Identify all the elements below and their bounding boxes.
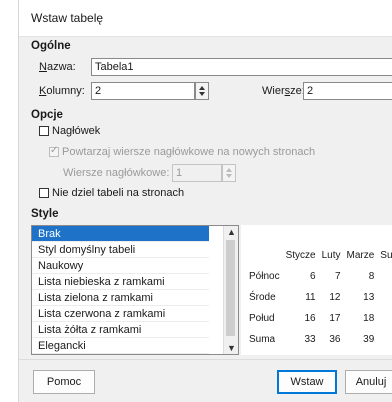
heading-rows-input[interactable]: 1 — [172, 164, 222, 182]
preview-cell: Suma — [249, 334, 276, 345]
repeat-heading-checkbox-row[interactable]: Powtarzaj wiersze nagłówkowe na nowych s… — [49, 145, 316, 158]
table-preview: Stycze Luty Marze Suma Północ 6 7 8 2 Śr… — [241, 225, 392, 355]
style-list[interactable]: Brak Styl domyślny tabeli Naukowy Lista … — [31, 225, 239, 355]
preview-cell: 12 — [329, 292, 341, 303]
insert-button[interactable]: Wstaw — [277, 370, 337, 394]
dont-split-checkbox-row[interactable]: Nie dziel tabeli na stronach — [39, 187, 184, 199]
preview-cell: 10 — [377, 329, 392, 350]
styles-heading: Style — [31, 208, 59, 220]
preview-cell: 33 — [304, 334, 316, 345]
preview-cell: Środe — [249, 292, 276, 303]
preview-cell: 13 — [363, 292, 375, 303]
list-item[interactable]: Naukowy — [32, 258, 209, 274]
style-list-scrollbar[interactable]: ▲ ▼ — [223, 226, 238, 354]
help-button[interactable]: Pomoc — [33, 370, 95, 394]
preview-cell: 16 — [304, 313, 316, 324]
preview-cell: 36 — [329, 334, 341, 345]
preview-cell: 11 — [305, 292, 316, 303]
button-bar: Pomoc Wstaw Anuluj — [19, 360, 392, 402]
heading-checkbox[interactable] — [39, 126, 49, 136]
cancel-button[interactable]: Anuluj — [345, 370, 392, 394]
options-heading: Opcje — [31, 109, 63, 121]
title-bar: Wstaw tabelę — [19, 0, 392, 37]
preview-cell: 3 — [377, 287, 392, 308]
preview-cell: 17 — [329, 313, 341, 324]
preview-row: Północ 6 7 8 2 — [247, 266, 392, 287]
chevron-up-icon[interactable]: ▲ — [227, 227, 236, 237]
heading-checkbox-row[interactable]: Nagłówek — [39, 125, 100, 137]
stepper-up-icon — [226, 168, 232, 172]
preview-cell: Północ — [249, 271, 280, 282]
preview-cell: Stycze — [285, 250, 316, 261]
preview-row: Środe 11 12 13 3 — [247, 287, 392, 308]
preview-row: Połud 16 17 18 5 — [247, 308, 392, 329]
columns-stepper[interactable] — [195, 82, 209, 100]
preview-cell: Marze — [346, 250, 375, 261]
dont-split-checkbox[interactable] — [39, 188, 49, 198]
preview-cell: 18 — [363, 313, 375, 324]
rows-input[interactable]: 2 — [303, 82, 392, 100]
preview-cell: 2 — [377, 266, 392, 287]
stepper-down-icon — [226, 174, 232, 178]
name-input[interactable]: Tabela1 — [91, 58, 392, 76]
insert-table-dialog: Wstaw tabelę Ogólne Nazwa: Tabela1 Kolum… — [18, 0, 392, 402]
columns-label: Kolumny: — [39, 85, 85, 97]
name-label-text: azwa: — [46, 61, 76, 73]
stepper-up-icon — [199, 86, 205, 90]
heading-rows-label: Wiersze nagłówkowe: — [63, 167, 170, 179]
stepper-down-icon — [199, 92, 205, 96]
preview-cell: Suma — [380, 250, 392, 261]
preview-cell: Połud — [249, 313, 275, 324]
list-item[interactable]: Lista żółta z ramkami — [32, 322, 209, 338]
list-item[interactable]: Lista czerwona z ramkami — [32, 306, 209, 322]
list-item[interactable]: Brak — [32, 226, 209, 242]
columns-input[interactable]: 2 — [91, 82, 195, 100]
name-label: Nazwa: — [39, 61, 76, 73]
dont-split-checkbox-label: Nie dziel tabeli na stronach — [52, 187, 185, 199]
chevron-down-icon[interactable]: ▼ — [227, 343, 236, 353]
list-item[interactable]: Elegancki — [32, 338, 209, 354]
preview-row: Suma 33 36 39 10 — [247, 329, 392, 350]
preview-cell: Luty — [321, 250, 341, 261]
dialog-title: Wstaw tabelę — [31, 11, 104, 25]
list-item[interactable]: Lista zielona z ramkami — [32, 290, 209, 306]
preview-cell: 39 — [363, 334, 375, 345]
heading-checkbox-label: Nagłówek — [52, 125, 101, 137]
general-heading: Ogólne — [31, 40, 71, 52]
repeat-heading-checkbox[interactable] — [49, 145, 59, 157]
heading-rows-stepper[interactable] — [222, 164, 236, 182]
rows-label: Wiersze: — [262, 85, 305, 97]
repeat-heading-checkbox-label: Powtarzaj wiersze nagłówkowe na nowych s… — [62, 146, 316, 158]
scrollbar-thumb[interactable] — [226, 240, 235, 336]
preview-cell: 5 — [377, 308, 392, 329]
columns-label-text: olumny: — [46, 85, 85, 97]
preview-table: Stycze Luty Marze Suma Północ 6 7 8 2 Śr… — [247, 245, 392, 350]
list-item[interactable]: Lista niebieska z ramkami — [32, 274, 209, 290]
preview-cell: 6 — [310, 271, 316, 282]
preview-cell: 8 — [368, 271, 375, 282]
preview-cell: 7 — [334, 271, 341, 282]
preview-header-row: Stycze Luty Marze Suma — [247, 245, 392, 266]
list-item[interactable]: Styl domyślny tabeli — [32, 242, 209, 258]
preview-cell — [247, 245, 283, 266]
